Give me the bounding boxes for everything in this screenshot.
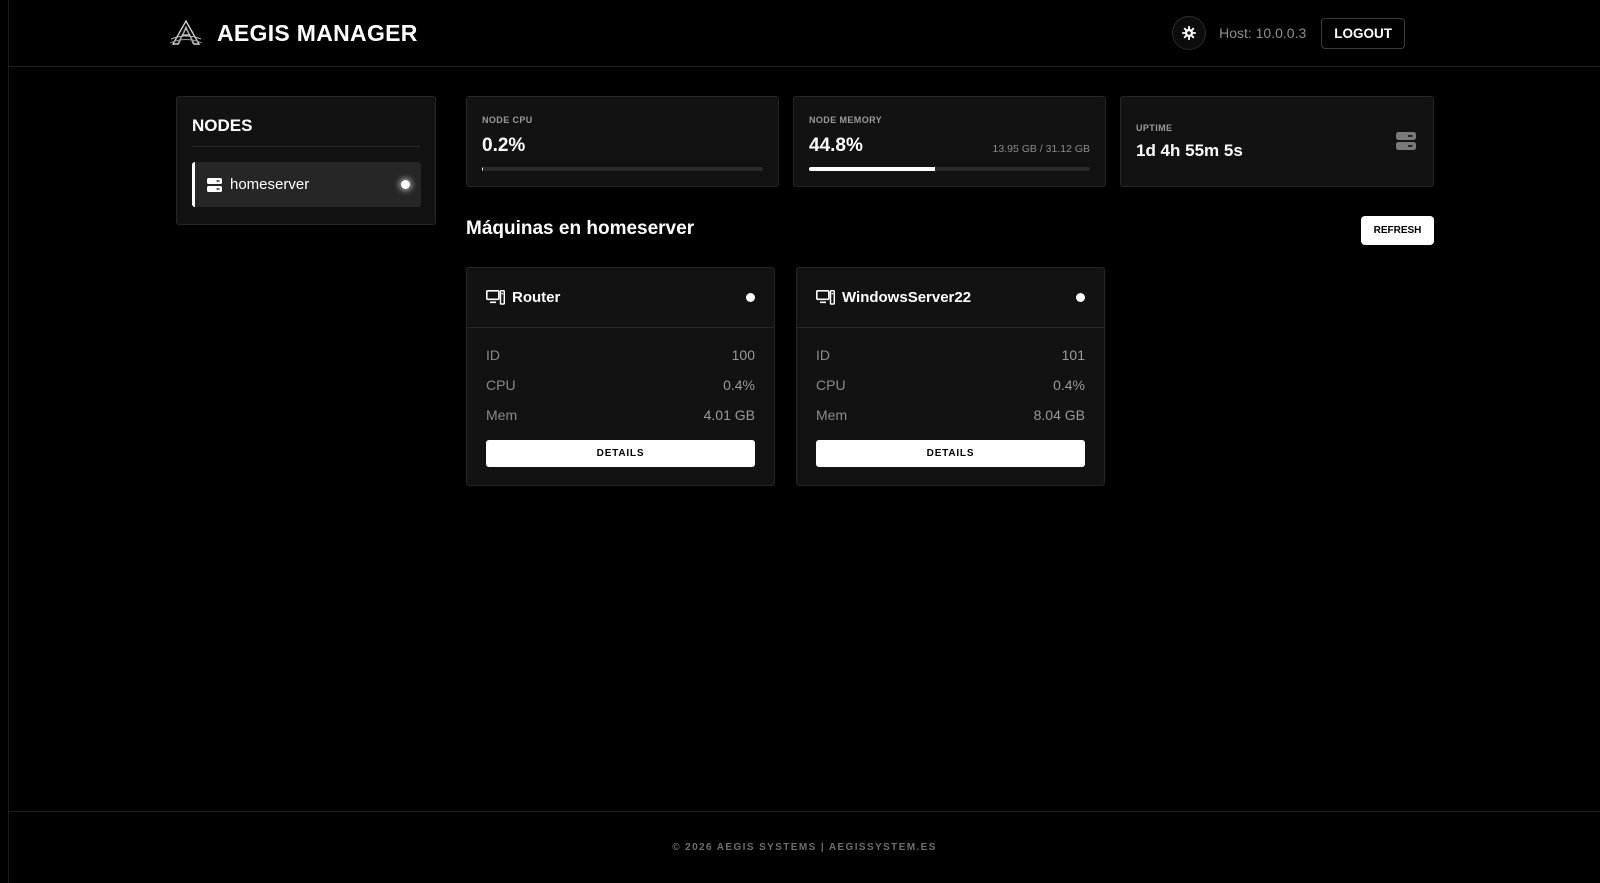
vm-card-windowsserver22: WindowsServer22 ID 101 CPU 0.4% Mem 8.04…: [796, 267, 1105, 486]
stat-label: UPTIME: [1136, 123, 1173, 133]
node-status-indicator: [401, 180, 410, 189]
vm-card-header: Router: [467, 268, 774, 328]
footer: © 2026 AEGIS SYSTEMS | AEGISSYSTEM.ES: [9, 811, 1600, 883]
aegis-logo-icon: [169, 20, 203, 45]
row-key: ID: [486, 347, 500, 363]
machines-section-title: Máquinas en homeserver: [466, 218, 695, 239]
uptime-card: UPTIME 1d 4h 55m 5s: [1120, 96, 1434, 187]
vm-card-router: Router ID 100 CPU 0.4% Mem 4.01 GB DETAI…: [466, 267, 775, 486]
row-key: ID: [816, 347, 830, 363]
uptime-value: 1d 4h 55m 5s: [1136, 141, 1243, 160]
sidebar-item-label: homeserver: [230, 176, 310, 193]
brand[interactable]: AEGIS MANAGER: [169, 16, 418, 50]
server-icon: [207, 177, 222, 192]
row-key: Mem: [816, 407, 848, 423]
memory-progress-bar: [809, 167, 1090, 171]
details-button[interactable]: DETAILS: [816, 440, 1085, 467]
vm-name: Router: [512, 289, 561, 306]
row-value: 4.01 GB: [703, 407, 755, 423]
node-memory-card: NODE MEMORY 44.8% 13.95 GB / 31.12 GB: [793, 96, 1106, 187]
cpu-progress-fill: [482, 167, 483, 171]
row-value: 100: [731, 347, 755, 363]
node-cpu-card: NODE CPU 0.2%: [466, 96, 779, 187]
memory-progress-fill: [809, 167, 935, 171]
cpu-value: 0.2%: [482, 135, 526, 156]
row-key: CPU: [486, 377, 516, 393]
stat-label: NODE MEMORY: [809, 115, 883, 125]
vm-row-mem: Mem 4.01 GB: [486, 407, 755, 425]
row-value: 0.4%: [1053, 377, 1085, 393]
host-address: Host: 10.0.0.3: [1219, 25, 1307, 41]
vm-row-cpu: CPU 0.4%: [816, 377, 1085, 395]
row-key: Mem: [486, 407, 518, 423]
memory-detail: 13.95 GB / 31.12 GB: [992, 143, 1090, 155]
vm-icon: [816, 290, 835, 305]
cpu-progress-bar: [482, 167, 763, 171]
memory-value: 44.8%: [809, 135, 863, 156]
nodes-panel: NODES homeserver: [176, 96, 436, 225]
vm-card-header: WindowsServer22: [797, 268, 1104, 328]
vm-row-id: ID 101: [816, 347, 1085, 365]
details-button[interactable]: DETAILS: [486, 440, 755, 467]
row-value: 8.04 GB: [1033, 407, 1085, 423]
vm-icon: [486, 290, 505, 305]
header-actions: Host: 10.0.0.3 LOGOUT: [1172, 16, 1405, 50]
row-key: CPU: [816, 377, 846, 393]
row-value: 0.4%: [723, 377, 755, 393]
theme-toggle-button[interactable]: [1172, 16, 1207, 50]
vm-status-indicator: [746, 293, 755, 302]
server-icon: [1396, 132, 1416, 150]
app-title: AEGIS MANAGER: [217, 19, 418, 46]
vm-status-indicator: [1076, 293, 1085, 302]
vm-row-mem: Mem 8.04 GB: [816, 407, 1085, 425]
row-value: 101: [1061, 347, 1085, 363]
footer-copyright: © 2026 AEGIS SYSTEMS | AEGISSYSTEM.ES: [672, 842, 937, 853]
divider: [192, 146, 420, 147]
nodes-title: NODES: [192, 116, 253, 135]
gear-icon: [1182, 26, 1197, 40]
page-left-border: [8, 0, 9, 883]
stat-label: NODE CPU: [482, 115, 533, 125]
logout-button[interactable]: LOGOUT: [1321, 17, 1405, 49]
refresh-button[interactable]: REFRESH: [1361, 216, 1434, 245]
vm-row-id: ID 100: [486, 347, 755, 365]
vm-row-cpu: CPU 0.4%: [486, 377, 755, 395]
sidebar-item-homeserver[interactable]: homeserver: [192, 162, 421, 207]
vm-name: WindowsServer22: [842, 289, 972, 306]
